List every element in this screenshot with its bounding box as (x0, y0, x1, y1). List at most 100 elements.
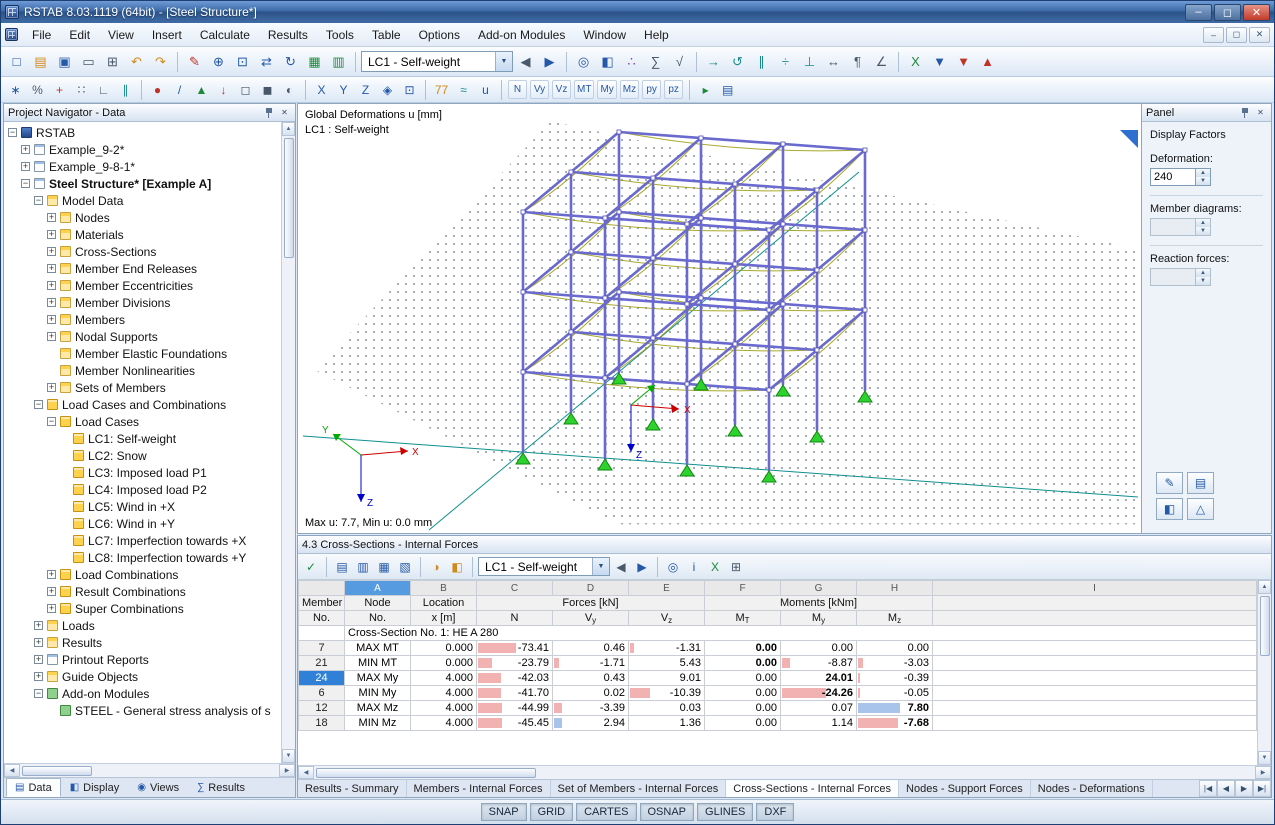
scroll-down-icon[interactable]: ▼ (1258, 751, 1271, 765)
column-letter[interactable]: E (628, 580, 705, 596)
wireframe-icon[interactable]: ◻ (235, 79, 256, 100)
rotate-members-icon[interactable]: ↺ (726, 50, 749, 73)
previous-load-case-button[interactable]: ◀ (611, 557, 631, 577)
tree-item[interactable]: − RSTAB (4, 124, 281, 141)
edit-icon[interactable]: ✎ (183, 50, 206, 73)
deformation-spinner[interactable]: ▲ ▼ (1196, 168, 1211, 186)
scroll-up-icon[interactable]: ▲ (1258, 580, 1271, 594)
tree-expander[interactable]: − (34, 400, 43, 409)
n-cell[interactable]: -23.79 (476, 655, 553, 671)
tree-item[interactable]: + Super Combinations (4, 600, 281, 617)
tree-expander[interactable]: + (47, 230, 56, 239)
pin-icon[interactable] (263, 106, 276, 119)
previous-load-case-button[interactable]: ◀ (514, 50, 537, 73)
navigator-horizontal-scrollbar[interactable]: ◀ ▶ (4, 763, 295, 777)
new-node-icon[interactable]: ● (147, 79, 168, 100)
column-letter[interactable]: C (476, 580, 553, 596)
generator-icon[interactable]: ∑ (644, 50, 667, 73)
tree-expander[interactable]: + (47, 604, 56, 613)
column-letter[interactable]: I (932, 580, 1257, 596)
vy-cell[interactable]: 0.43 (552, 670, 629, 686)
tree-item[interactable]: − Add-on Modules (4, 685, 281, 702)
mz-cell[interactable]: 0.00 (856, 640, 933, 656)
copy-icon[interactable]: ⊞ (101, 50, 124, 73)
measure-angle-icon[interactable]: ∠ (870, 50, 893, 73)
filter-members-button[interactable]: △ (1187, 498, 1214, 520)
tree-expander[interactable]: + (47, 570, 56, 579)
scroll-down-icon[interactable]: ▼ (282, 749, 295, 763)
table-rows-filter-icon[interactable]: ▤ (332, 557, 352, 577)
colored-relation-bars-icon[interactable]: ◧ (447, 557, 467, 577)
tree-expander[interactable]: + (47, 247, 56, 256)
table-vertical-scrollbar[interactable]: ▲ ▼ (1257, 580, 1271, 765)
guidelines-icon[interactable]: ∥ (115, 79, 136, 100)
tree-item[interactable]: Member Elastic Foundations (4, 345, 281, 362)
new-member-icon[interactable]: / (169, 79, 190, 100)
tree-item[interactable]: + Member Eccentricities (4, 277, 281, 294)
minimize-button[interactable]: – (1185, 3, 1212, 21)
result-mt-button[interactable]: MT (574, 80, 595, 99)
mt-cell[interactable]: 0.00 (704, 655, 781, 671)
pin-icon[interactable] (1239, 106, 1252, 119)
menu-item[interactable]: View (99, 24, 143, 46)
scrollbar-thumb[interactable] (316, 767, 536, 778)
divide-member-icon[interactable]: ÷ (774, 50, 797, 73)
result-vy-button[interactable]: Vy (530, 80, 549, 99)
tree-item[interactable]: LC3: Imposed load P1 (4, 464, 281, 481)
table-extreme-values-icon[interactable]: ▧ (395, 557, 415, 577)
pan-icon[interactable]: ⇄ (255, 50, 278, 73)
mz-column-header[interactable]: Mz (856, 610, 933, 626)
tree-item[interactable]: − Load Cases (4, 413, 281, 430)
n-cell[interactable]: -73.41 (476, 640, 553, 656)
tree-expander[interactable]: − (34, 196, 43, 205)
table-row[interactable]: 7 MAX MT 0.000 -73.41 0.46 -1.31 0.00 0.… (298, 640, 1257, 656)
export-excel-icon[interactable]: X (705, 557, 725, 577)
menu-item[interactable]: Add-on Modules (469, 24, 574, 46)
member-number-cell[interactable]: 12 (298, 700, 345, 716)
table-result-rows-icon[interactable]: ▦ (374, 557, 394, 577)
menu-item[interactable]: Window (574, 24, 635, 46)
tree-item[interactable]: + Member End Releases (4, 260, 281, 277)
vy-cell[interactable]: 0.02 (552, 685, 629, 701)
tree-item[interactable]: − Load Cases and Combinations (4, 396, 281, 413)
first-table-tab-button[interactable]: |◀ (1199, 780, 1217, 797)
load-case-select[interactable]: LC1 - Self-weight ▼ (361, 51, 513, 72)
graphics-view[interactable]: X Z X Y Z Global Deformations u [mm] LC1… (297, 103, 1142, 534)
menu-item[interactable]: Table (363, 24, 410, 46)
ortho-icon[interactable]: ∟ (93, 79, 114, 100)
new-file-icon[interactable]: □ (5, 50, 28, 73)
vy-cell[interactable]: -3.39 (552, 700, 629, 716)
member-number-cell[interactable]: 21 (298, 655, 345, 671)
show-results-icon[interactable]: 77 (431, 79, 452, 100)
close-icon[interactable]: ✕ (278, 106, 291, 119)
tab-views[interactable]: ◉ Views (128, 778, 188, 797)
tree-item[interactable]: + Example_9-8-1* (4, 158, 281, 175)
result-py-button[interactable]: py (642, 80, 662, 99)
status-toggle-button[interactable]: GRID (529, 803, 574, 821)
print-icon[interactable]: ▭ (77, 50, 100, 73)
child-restore-button[interactable]: ◻ (1226, 26, 1247, 43)
color-reference-scale-icon[interactable]: ◑ (426, 557, 446, 577)
tree-item[interactable]: + Nodes (4, 209, 281, 226)
column-letter[interactable]: G (780, 580, 857, 596)
tree-expander[interactable]: + (47, 213, 56, 222)
tree-expander[interactable]: − (21, 179, 30, 188)
scroll-left-icon[interactable]: ◀ (4, 764, 20, 777)
vz-cell[interactable]: 9.01 (628, 670, 705, 686)
vz-cell[interactable]: 5.43 (628, 655, 705, 671)
tree-item[interactable]: LC5: Wind in +X (4, 498, 281, 515)
dimension-icon[interactable]: ↔ (822, 50, 845, 73)
panel-display-button[interactable]: ▤ (1187, 472, 1214, 494)
apply-ok-icon[interactable]: ✓ (301, 557, 321, 577)
my-cell[interactable]: 1.14 (780, 715, 857, 731)
move-members-icon[interactable]: → (702, 50, 725, 73)
tree-item[interactable]: + Results (4, 634, 281, 651)
scroll-right-icon[interactable]: ▶ (1255, 766, 1271, 779)
extreme-descriptor-cell[interactable]: MIN My (344, 685, 411, 701)
location-cell[interactable]: 4.000 (410, 685, 477, 701)
scroll-right-icon[interactable]: ▶ (279, 764, 295, 777)
location-cell[interactable]: 4.000 (410, 715, 477, 731)
tree-item[interactable]: + Printout Reports (4, 651, 281, 668)
location-cell[interactable]: 0.000 (410, 655, 477, 671)
cross-section-info-icon[interactable]: i (684, 557, 704, 577)
